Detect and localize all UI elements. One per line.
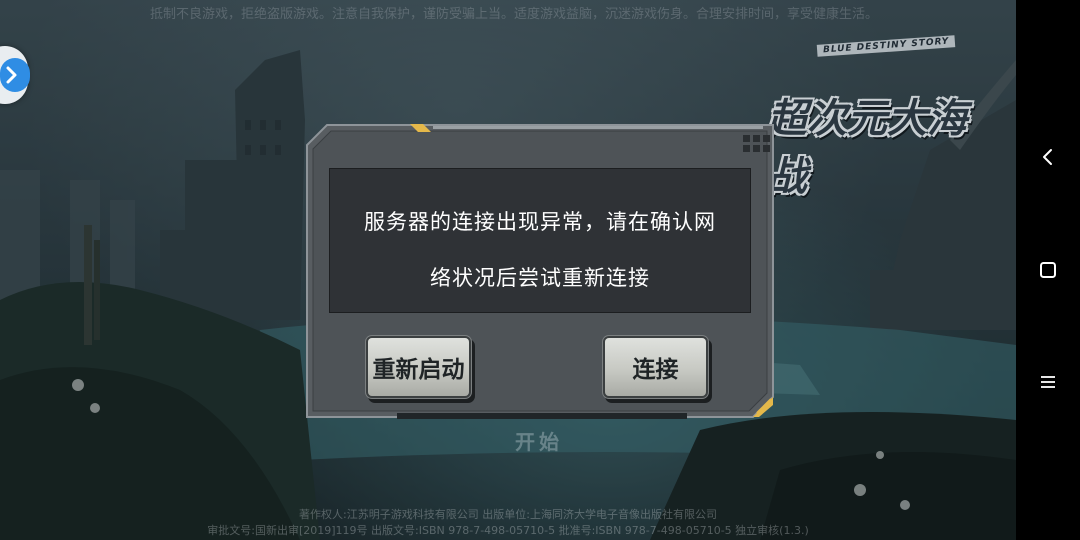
start-label: 开始	[515, 430, 563, 454]
approval-line: 审批文号:国新出审[2019]119号 出版文号:ISBN 978-7-498-…	[207, 524, 809, 537]
health-notice: 抵制不良游戏，拒绝盗版游戏。注意自我保护，谨防受骗上当。适度游戏益脑，沉迷游戏伤…	[150, 7, 879, 22]
back-button[interactable]	[1032, 141, 1064, 173]
dialog-bottom-bar	[397, 413, 687, 419]
back-chevron-icon	[1043, 149, 1052, 165]
restart-button[interactable]: 重新启动	[368, 338, 469, 396]
home-square-icon	[1040, 262, 1056, 278]
menu-lines-icon	[1041, 376, 1055, 388]
home-button[interactable]	[1032, 254, 1064, 286]
game-logo: BLUE DESTINY STORY 超次元大海战	[755, 35, 1005, 200]
error-message-line-1: 服务器的连接出现异常，请在确认网	[364, 210, 716, 234]
connection-error-dialog: 服务器的连接出现异常，请在确认网 络状况后尝试重新连接 重新启动 连接	[305, 123, 775, 419]
system-navigation-bar	[1016, 0, 1080, 540]
menu-button[interactable]	[1032, 366, 1064, 398]
message-panel: 服务器的连接出现异常，请在确认网 络状况后尝试重新连接	[329, 168, 751, 313]
error-message-line-2: 络状况后尝试重新连接	[430, 266, 650, 290]
copyright-line: 著作权人:江苏明子游戏科技有限公司 出版单位:上海同济大学电子音像出版社有限公司	[299, 508, 717, 521]
logo-title: 超次元大海战	[767, 96, 967, 200]
error-message: 服务器的连接出现异常，请在确认网 络状况后尝试重新连接	[349, 194, 731, 306]
chevron-right-icon	[6, 66, 17, 84]
connect-button[interactable]: 连接	[605, 338, 706, 396]
